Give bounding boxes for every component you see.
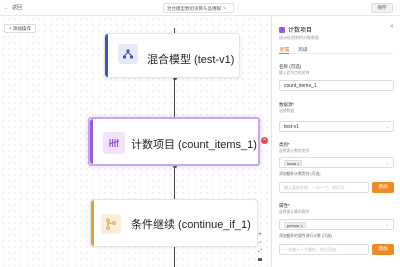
back-button[interactable]: ← 返回 — [4, 4, 22, 11]
workflow-node-mixed-model[interactable]: 混合模型 (test-v1) — [104, 33, 240, 78]
model-branch-icon — [118, 44, 138, 64]
save-button[interactable]: 保存 — [371, 3, 393, 13]
tab-config[interactable]: 配置 — [280, 46, 290, 53]
dataset-label: 数据源* — [279, 102, 295, 107]
class-tag: head × — [284, 160, 303, 166]
back-label: 返回 — [12, 5, 23, 11]
add-attr-button[interactable]: 添加 — [372, 244, 394, 255]
node-accent — [105, 34, 108, 77]
zoom-in-button[interactable]: + — [256, 232, 264, 239]
workflow-node-count-items[interactable]: 计数项目 (count_items_1) — [88, 117, 260, 166]
node-label: 计数项目 (count_items_1) — [131, 139, 257, 151]
panel-title-text: 计数项目 — [288, 28, 313, 34]
class-label: 类别* — [279, 142, 290, 147]
attr-tag: person × — [284, 222, 306, 228]
add-class-button[interactable]: 添加 — [372, 182, 394, 193]
arrow-left-icon: ← — [4, 5, 9, 11]
chevron-down-icon: ⌄ — [385, 160, 389, 165]
custom-class-label: 添加额外计数类别 (可选) — [279, 172, 321, 176]
node-label: 条件继续 (continue_if_1) — [131, 219, 251, 231]
workflow-title[interactable]: 混合模型数组详算头晶糟糊 ✎ — [163, 3, 234, 13]
add-node-button[interactable]: + 添加操作 — [4, 24, 36, 33]
class-tag-text: head — [287, 161, 296, 166]
fit-view-button[interactable]: ⤢ — [256, 248, 264, 255]
zoom-out-button[interactable]: − — [256, 240, 264, 247]
name-label: 名称 (可选) — [279, 64, 302, 69]
custom-attr-input[interactable]: 一次输入一个属性，然后添加... — [279, 244, 369, 255]
workflow-title-text: 混合模型数组详算头晶糟糊 — [167, 6, 221, 11]
panel-title: 计数项目 — [279, 25, 312, 34]
node-accent — [91, 200, 94, 246]
edge-line — [174, 78, 175, 117]
chevron-down-icon: ⌄ — [385, 124, 389, 129]
edge-line — [174, 166, 175, 199]
workflow-node-continue-if[interactable]: 条件继续 (continue_if_1) — [90, 199, 258, 247]
tally-icon — [279, 26, 285, 33]
tally-icon — [103, 132, 125, 154]
top-bar: ← 返回 混合模型数组详算头晶糟糊 ✎ 保存 — [0, 0, 400, 16]
custom-attr-label: 添加额外的属性进行计数 (可选) — [279, 234, 332, 238]
tab-underline — [279, 53, 289, 54]
lock-button[interactable] — [256, 256, 264, 263]
custom-class-input[interactable]: 输入类别名称，一次一个，然后添... — [279, 182, 369, 193]
condition-branch-icon — [101, 214, 121, 234]
attr-hint: 选择要计算的属性 — [279, 210, 310, 214]
class-hint: 选择要计数的类别 — [279, 149, 310, 153]
remove-node-icon[interactable]: × — [261, 137, 268, 144]
close-panel-button[interactable]: × — [390, 24, 394, 30]
dataset-hint: 选择数据 — [279, 109, 295, 113]
name-input[interactable]: count_items_1 — [279, 80, 394, 91]
edge-line — [174, 247, 175, 267]
dataset-select[interactable]: test-v1 ⌄ — [279, 121, 394, 132]
node-label: 混合模型 (test-v1) — [147, 54, 235, 66]
attr-select[interactable]: person × ⌄ — [279, 219, 394, 230]
name-hint: 输入此节点的名称 — [279, 71, 310, 75]
attr-tag-text: person — [287, 223, 300, 228]
tab-advanced[interactable]: 高级 — [298, 46, 308, 53]
node-accent — [90, 119, 93, 164]
class-select[interactable]: head × ⌄ — [279, 157, 394, 168]
dataset-value: test-v1 — [284, 124, 300, 130]
chevron-down-icon: ⌄ — [385, 222, 389, 227]
attr-label: 属性* — [279, 203, 290, 208]
add-node-label: 添加操作 — [12, 26, 31, 31]
edit-icon[interactable]: ✎ — [223, 6, 227, 11]
node-config-panel: 计数项目 × 统计检测到的对象数量 配置 高级 名称 (可选) 输入此节点的名称… — [271, 16, 400, 267]
panel-tabs: 配置 高级 — [279, 46, 394, 54]
lock-icon — [258, 258, 262, 261]
panel-subtitle: 统计检测到的对象数量 — [279, 35, 319, 40]
